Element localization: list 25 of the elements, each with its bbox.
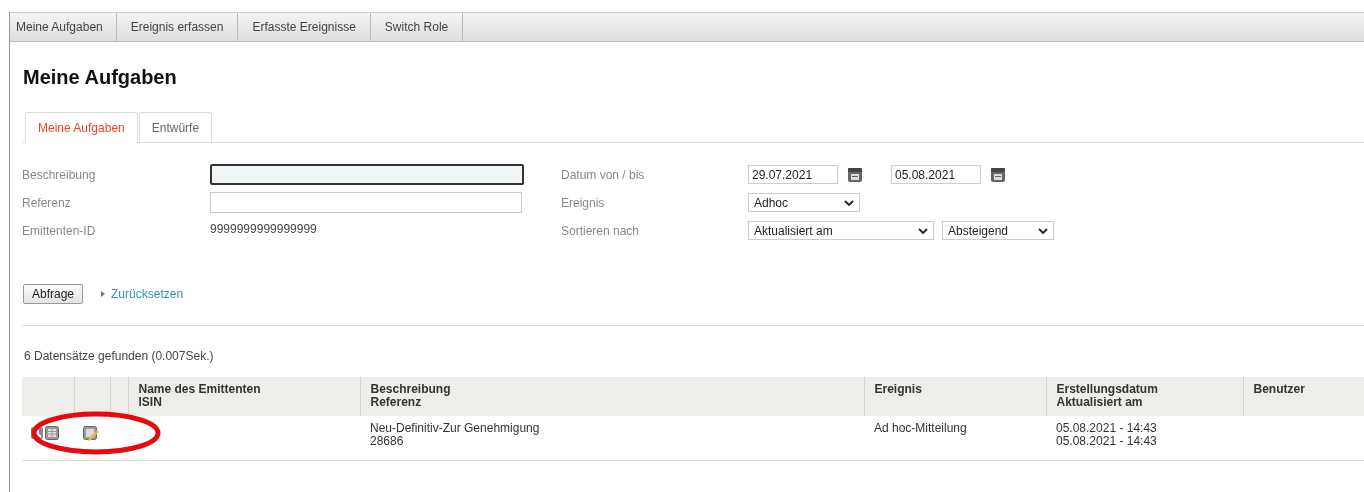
field-label: Referenz xyxy=(22,195,72,210)
menu-item[interactable]: Ereignis erfassen xyxy=(116,13,239,41)
page-title: Meine Aufgaben xyxy=(23,66,178,90)
field-label: Beschreibung xyxy=(22,167,97,182)
tab[interactable]: Meine Aufgaben xyxy=(25,112,138,143)
table-cell-text: 05.08.2021 - 14:43 05.08.2021 - 14:43 xyxy=(1056,422,1158,448)
field-label: Sortieren nach xyxy=(561,223,641,238)
result-count: 6 Datensätze gefunden (0.007Sek.) xyxy=(23,349,215,363)
dropdown[interactable]: Absteigend xyxy=(942,221,1054,240)
reset-link[interactable]: Zurücksetzen xyxy=(111,287,184,301)
field-label: Ereignis xyxy=(561,195,606,210)
menu-item[interactable]: Meine Aufgaben xyxy=(10,13,117,41)
date-field[interactable]: 29.07.2021 xyxy=(748,165,838,184)
tab[interactable]: Entwürfe xyxy=(138,112,213,142)
table-cell-text: Ad hoc-Mitteilung xyxy=(874,422,968,435)
query-button[interactable]: Abfrage xyxy=(23,284,84,304)
field-label: Emittenten-ID xyxy=(22,223,97,238)
table-cell-text: Neu-Definitiv-Zur Genehmigung 28686 xyxy=(370,422,541,448)
date-field[interactable]: 05.08.2021 xyxy=(891,165,981,184)
dropdown[interactable]: Adhoc xyxy=(748,193,860,212)
field-label: Datum von / bis xyxy=(561,167,646,182)
field-value: 9999999999999999 xyxy=(210,221,317,236)
menu-item[interactable]: Erfasste Ereignisse xyxy=(238,13,371,41)
menu-item[interactable]: Switch Role xyxy=(370,13,464,41)
dropdown[interactable]: Aktualisiert am xyxy=(748,221,934,240)
